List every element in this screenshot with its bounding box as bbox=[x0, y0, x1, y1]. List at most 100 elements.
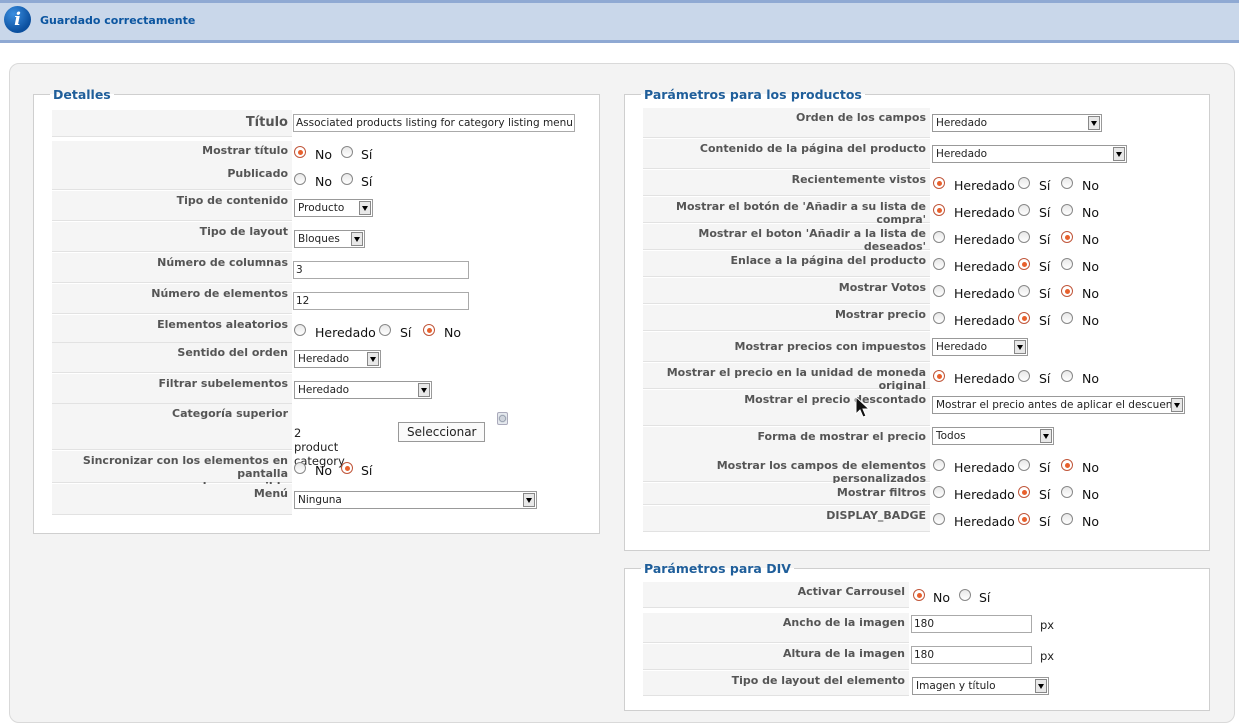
votos-no-label: No bbox=[1082, 286, 1099, 301]
badge-si-radio[interactable] bbox=[1018, 513, 1030, 525]
badge-heredado-radio[interactable] bbox=[933, 513, 945, 525]
tipo-layout-elem-label: Tipo de layout del elemento bbox=[643, 671, 909, 696]
recientes-no-radio[interactable] bbox=[1061, 177, 1073, 189]
publicado-si-radio[interactable] bbox=[341, 173, 353, 185]
altura-unit: px bbox=[1040, 649, 1055, 663]
personalizados-si-radio[interactable] bbox=[1018, 459, 1030, 471]
personalizados-no-radio[interactable] bbox=[1061, 459, 1073, 471]
tipo-layout-value: Bloques bbox=[298, 233, 340, 245]
filtros-heredado-radio[interactable] bbox=[933, 486, 945, 498]
publicado-no-label: No bbox=[315, 174, 332, 189]
deseados-si-radio[interactable] bbox=[1018, 231, 1030, 243]
num-columnas-input[interactable] bbox=[293, 261, 469, 279]
votos-heredado-radio[interactable] bbox=[933, 285, 945, 297]
sincronizar-no-label: No bbox=[315, 463, 332, 478]
enlace-pagina-label: Enlace a la página del producto bbox=[643, 251, 930, 277]
mostrar-votos-label: Mostrar Votos bbox=[643, 278, 930, 304]
recientes-heredado-radio[interactable] bbox=[933, 177, 945, 189]
precio-heredado-radio[interactable] bbox=[933, 312, 945, 324]
ancho-unit: px bbox=[1040, 618, 1055, 632]
compra-si-radio[interactable] bbox=[1018, 204, 1030, 216]
votos-si-radio[interactable] bbox=[1018, 285, 1030, 297]
aleatorios-si-radio[interactable] bbox=[379, 324, 391, 336]
votos-no-radio[interactable] bbox=[1061, 285, 1073, 297]
info-icon: i bbox=[4, 6, 31, 33]
mostrar-titulo-no-radio[interactable] bbox=[294, 146, 306, 158]
display-badge-label: DISPLAY_BADGE bbox=[643, 506, 930, 532]
compra-heredado-radio[interactable] bbox=[933, 204, 945, 216]
carrousel-si-radio[interactable] bbox=[959, 589, 971, 601]
precio-no-radio[interactable] bbox=[1061, 312, 1073, 324]
titulo-label: Título bbox=[52, 110, 292, 137]
contenido-pagina-select[interactable]: Heredado bbox=[932, 145, 1127, 163]
enlace-si-label: Sí bbox=[1039, 259, 1051, 274]
chevron-down-icon bbox=[1088, 116, 1100, 130]
sentido-orden-select[interactable]: Heredado bbox=[294, 350, 381, 368]
titulo-input[interactable] bbox=[293, 114, 575, 132]
menu-select[interactable]: Ninguna bbox=[294, 491, 537, 509]
deseados-heredado-radio[interactable] bbox=[933, 231, 945, 243]
altura-imagen-label: Altura de la imagen bbox=[643, 644, 909, 670]
tipo-layout-elem-select[interactable]: Imagen y título bbox=[912, 677, 1049, 695]
boton-deseados-label: Mostrar el boton 'Añadir a la lista de d… bbox=[643, 224, 930, 253]
carrousel-si-label: Sí bbox=[979, 590, 991, 605]
personalizados-no-label: No bbox=[1082, 460, 1099, 475]
enlace-heredado-radio[interactable] bbox=[933, 258, 945, 270]
filtros-no-radio[interactable] bbox=[1061, 486, 1073, 498]
compra-no-radio[interactable] bbox=[1061, 204, 1073, 216]
precio-si-radio[interactable] bbox=[1018, 312, 1030, 324]
filtrar-sub-label: Filtrar subelementos bbox=[52, 374, 292, 404]
chevron-down-icon bbox=[1040, 429, 1052, 443]
chevron-down-icon bbox=[1113, 147, 1125, 161]
personalizados-heredado-label: Heredado bbox=[954, 460, 1015, 475]
forma-precio-label: Forma de mostrar el precio bbox=[643, 427, 930, 457]
badge-no-label: No bbox=[1082, 514, 1099, 529]
precio-no-label: No bbox=[1082, 313, 1099, 328]
enlace-no-label: No bbox=[1082, 259, 1099, 274]
sincronizar-no-radio[interactable] bbox=[294, 462, 306, 474]
forma-precio-value: Todos bbox=[936, 430, 966, 442]
publicado-no-radio[interactable] bbox=[294, 173, 306, 185]
precio-descontado-select[interactable]: Mostrar el precio antes de aplicar el de… bbox=[932, 396, 1185, 414]
recientes-si-radio[interactable] bbox=[1018, 177, 1030, 189]
deseados-no-radio[interactable] bbox=[1061, 231, 1073, 243]
orden-campos-select[interactable]: Heredado bbox=[932, 114, 1102, 132]
forma-precio-select[interactable]: Todos bbox=[932, 427, 1054, 445]
contenido-pagina-label: Contenido de la página del producto bbox=[643, 139, 930, 169]
moneda-no-radio[interactable] bbox=[1061, 370, 1073, 382]
recientes-no-label: No bbox=[1082, 178, 1099, 193]
filtrar-sub-select[interactable]: Heredado bbox=[294, 381, 432, 399]
chevron-down-icon bbox=[418, 383, 430, 397]
moneda-si-radio[interactable] bbox=[1018, 370, 1030, 382]
tipo-layout-elem-value: Imagen y título bbox=[916, 680, 996, 692]
mostrar-titulo-si-radio[interactable] bbox=[341, 146, 353, 158]
enlace-si-radio[interactable] bbox=[1018, 258, 1030, 270]
enlace-no-radio[interactable] bbox=[1061, 258, 1073, 270]
seleccionar-button[interactable]: Seleccionar bbox=[398, 422, 486, 442]
tipo-contenido-select[interactable]: Producto bbox=[294, 199, 373, 217]
aleatorios-no-radio[interactable] bbox=[423, 324, 435, 336]
chevron-down-icon bbox=[523, 493, 535, 507]
aleatorios-heredado-radio[interactable] bbox=[294, 324, 306, 336]
chevron-down-icon bbox=[351, 232, 363, 246]
aleatorios-heredado-label: Heredado bbox=[315, 325, 376, 340]
precios-impuestos-value: Heredado bbox=[936, 341, 988, 353]
aleatorios-si-label: Sí bbox=[400, 325, 412, 340]
badge-si-label: Sí bbox=[1039, 514, 1051, 529]
precios-impuestos-select[interactable]: Heredado bbox=[932, 338, 1028, 356]
mouse-cursor-icon bbox=[855, 396, 871, 418]
carrousel-no-radio[interactable] bbox=[913, 589, 925, 601]
badge-no-radio[interactable] bbox=[1061, 513, 1073, 525]
tipo-layout-select[interactable]: Bloques bbox=[294, 230, 365, 248]
moneda-heredado-radio[interactable] bbox=[933, 370, 945, 382]
clear-icon[interactable] bbox=[497, 412, 508, 425]
altura-imagen-input[interactable] bbox=[911, 646, 1032, 664]
personalizados-heredado-radio[interactable] bbox=[933, 459, 945, 471]
sincronizar-si-radio[interactable] bbox=[341, 462, 353, 474]
filtrar-sub-value: Heredado bbox=[298, 384, 350, 396]
recientes-si-label: Sí bbox=[1039, 178, 1051, 193]
num-elementos-input[interactable] bbox=[293, 292, 469, 310]
filtros-si-radio[interactable] bbox=[1018, 486, 1030, 498]
mostrar-precio-label: Mostrar precio bbox=[643, 305, 930, 331]
ancho-imagen-input[interactable] bbox=[911, 615, 1032, 633]
